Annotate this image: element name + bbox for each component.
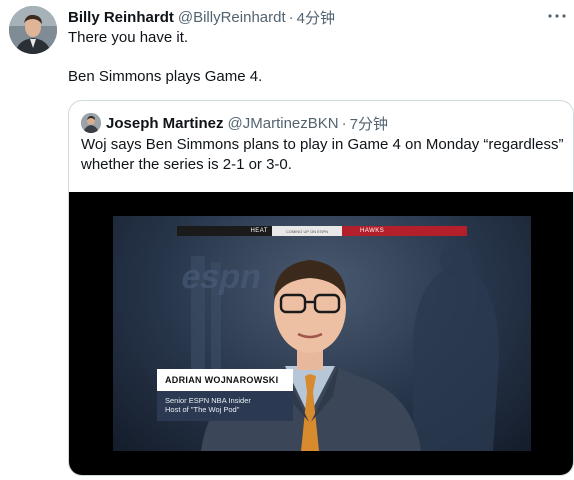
lower-third-title: Senior ESPN NBA Insider Host of "The Woj… xyxy=(157,391,293,421)
quoted-separator-dot: · xyxy=(341,114,347,132)
separator-dot: · xyxy=(288,8,294,26)
scorebar: HEAT COMING UP ON ESPN HAWKS xyxy=(177,226,467,236)
tweet[interactable]: Billy Reinhardt @BillyReinhardt · 4分钟 Th… xyxy=(0,0,574,480)
scorebar-hawks: HAWKS xyxy=(342,226,467,236)
quoted-author-avatar[interactable] xyxy=(81,113,101,133)
lower-third: ADRIAN WOJNAROWSKI Senior ESPN NBA Insid… xyxy=(157,369,293,421)
quoted-tweet-header: Joseph Martinez @JMartinezBKN · 7分钟 xyxy=(106,113,388,133)
tweet-text-line-1: There you have it. xyxy=(68,29,189,46)
quoted-author-name[interactable]: Joseph Martinez xyxy=(106,115,224,132)
video-player[interactable]: espn HEAT COMING UP ON ESPN HAWKS ADRIAN… xyxy=(69,192,573,475)
lower-third-name: ADRIAN WOJNAROWSKI xyxy=(157,369,293,391)
quoted-tweet-timestamp[interactable]: 7分钟 xyxy=(350,113,388,134)
quoted-author-handle[interactable]: @JMartinezBKN xyxy=(228,115,339,132)
quoted-tweet-text: Woj says Ben Simmons plans to play in Ga… xyxy=(81,136,564,173)
tweet-text-line-2: Ben Simmons plays Game 4. xyxy=(68,68,263,85)
author-handle[interactable]: @BillyReinhardt xyxy=(178,9,286,26)
tweet-timestamp[interactable]: 4分钟 xyxy=(297,7,335,28)
author-name[interactable]: Billy Reinhardt xyxy=(68,9,174,26)
tweet-header: Billy Reinhardt @BillyReinhardt · 4分钟 xyxy=(68,7,335,27)
video-frame: espn HEAT COMING UP ON ESPN HAWKS ADRIAN… xyxy=(113,216,531,451)
svg-text:espn: espn xyxy=(178,258,265,296)
lower-third-title-line-2: Host of "The Woj Pod" xyxy=(165,405,240,414)
quoted-tweet[interactable]: Joseph Martinez @JMartinezBKN · 7分钟 Woj … xyxy=(68,100,574,476)
lower-third-title-line-1: Senior ESPN NBA Insider xyxy=(165,396,251,405)
scorebar-heat: HEAT xyxy=(250,228,268,234)
more-horizontal-icon[interactable] xyxy=(545,7,569,25)
author-avatar[interactable] xyxy=(9,6,57,54)
scorebar-coming-up: COMING UP ON ESPN xyxy=(272,226,342,236)
scorebar-coming-up-text: COMING UP ON ESPN xyxy=(285,228,329,234)
